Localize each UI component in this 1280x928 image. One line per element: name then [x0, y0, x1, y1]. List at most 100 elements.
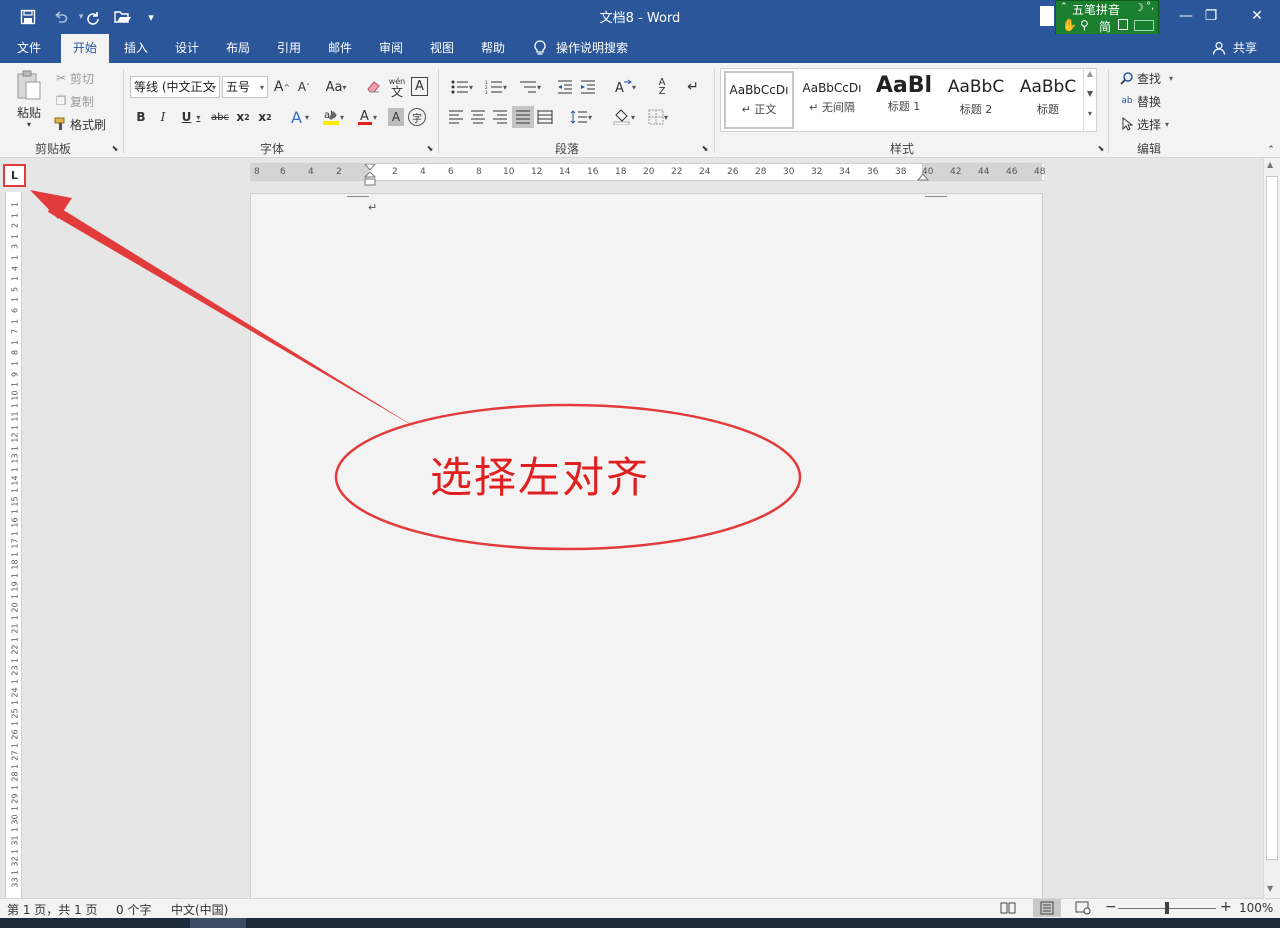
more-styles-icon[interactable]: ▾: [1084, 109, 1096, 129]
align-center-icon[interactable]: [468, 106, 488, 128]
right-indent-marker[interactable]: [916, 172, 930, 182]
language-status[interactable]: 中文(中国): [171, 901, 228, 918]
style-heading-2[interactable]: AaBbC 标题 2: [941, 71, 1011, 129]
shrink-font-icon[interactable]: Aˇ: [294, 76, 314, 98]
scroll-thumb[interactable]: [1266, 176, 1278, 860]
superscript-icon[interactable]: x2: [256, 106, 274, 128]
select-button[interactable]: 选择 ▾: [1137, 115, 1179, 133]
chevron-down-icon[interactable]: ▼: [1084, 89, 1096, 109]
ribbon-display-icon[interactable]: [1040, 6, 1054, 26]
zoom-slider-thumb[interactable]: [1165, 902, 1169, 914]
paste-dropdown-icon[interactable]: ▾: [22, 119, 36, 129]
tab-home[interactable]: 开始: [61, 34, 109, 63]
grid-icon[interactable]: [1118, 19, 1128, 30]
show-marks-icon[interactable]: ↵: [683, 76, 703, 98]
vertical-scrollbar[interactable]: ▲ ▼: [1263, 158, 1280, 899]
ime-toolbar[interactable]: ⌃ 五笔拼音 ☽ °, ✋ ⚲ 简: [1055, 0, 1159, 36]
share-button[interactable]: 共享: [1230, 34, 1260, 63]
tell-me-search[interactable]: 操作说明搜索: [556, 34, 636, 63]
strikethrough-icon[interactable]: abc: [209, 106, 231, 128]
copy-button[interactable]: 复制: [70, 92, 100, 110]
scroll-down-icon[interactable]: ▼: [1267, 884, 1273, 893]
style-title[interactable]: AaBbC 标题: [1013, 71, 1083, 129]
paragraph-launcher-icon[interactable]: ⬊: [700, 143, 710, 153]
tab-insert[interactable]: 插入: [114, 34, 158, 63]
align-left-icon[interactable]: [446, 106, 466, 128]
subscript-icon[interactable]: x2: [234, 106, 252, 128]
increase-indent-icon[interactable]: [578, 76, 598, 98]
document-page[interactable]: ↵: [250, 193, 1043, 899]
first-line-indent-marker[interactable]: [363, 161, 377, 171]
hand-icon[interactable]: ✋: [1062, 18, 1077, 32]
user-icon[interactable]: [1210, 34, 1228, 63]
print-layout-icon[interactable]: [1033, 899, 1061, 917]
font-name-dropdown[interactable]: 等线 (中文正文: [130, 76, 220, 98]
vertical-ruler[interactable]: 1 1 2 1 3 1 4 1 5 1 6 1 7 1 8 1 9 1 10 1 11 1 12 1 13 1 14 1 15 1 16 1 1…: [5, 192, 22, 898]
italic-icon[interactable]: I: [155, 106, 171, 128]
underline-icon[interactable]: U ▾: [177, 106, 205, 128]
font-color-icon[interactable]: A ▾: [352, 106, 382, 128]
web-layout-icon[interactable]: [1075, 901, 1091, 915]
ime-punct-icon[interactable]: °,: [1146, 1, 1154, 12]
tab-review[interactable]: 审阅: [369, 34, 413, 63]
phonetic-guide-icon[interactable]: wén 文: [387, 75, 407, 99]
decrease-indent-icon[interactable]: [555, 76, 575, 98]
justify-icon[interactable]: [512, 106, 534, 128]
bullets-icon[interactable]: ▾: [446, 76, 478, 98]
zoom-out-button[interactable]: −: [1105, 899, 1117, 915]
left-indent-marker[interactable]: [363, 171, 377, 186]
tab-file[interactable]: 文件: [6, 34, 52, 63]
style-no-spacing[interactable]: AaBbCcDı ↵ 无间隔: [797, 71, 867, 129]
shading-icon[interactable]: ▾: [609, 106, 639, 128]
tab-stop-selector[interactable]: L: [3, 164, 26, 187]
taskbar-word-item[interactable]: [190, 918, 246, 928]
zoom-level[interactable]: 100%: [1239, 901, 1273, 915]
tab-references[interactable]: 引用: [267, 34, 311, 63]
tab-design[interactable]: 设计: [165, 34, 209, 63]
cut-button[interactable]: 剪切: [70, 69, 100, 87]
collapse-ribbon-icon[interactable]: ⌃: [1264, 145, 1278, 155]
ime-moon-icon[interactable]: ☽: [1134, 1, 1144, 14]
close-button[interactable]: ✕: [1234, 0, 1280, 32]
paste-icon[interactable]: [14, 69, 44, 103]
find-button[interactable]: 查找 ▾: [1137, 69, 1179, 87]
word-count-status[interactable]: 0 个字: [116, 901, 151, 918]
ime-mode[interactable]: 简: [1099, 18, 1111, 35]
horizontal-ruler[interactable]: 8 6 4 2 2 4 6 8 10 12 14 16 18 20 22 24 26 28 30 32 34 36 38 40…: [250, 161, 1045, 186]
format-painter-button[interactable]: 格式刷: [70, 115, 110, 133]
styles-scroll[interactable]: ▲ ▼ ▾: [1083, 69, 1096, 131]
redo-icon[interactable]: [82, 6, 104, 28]
sort-icon[interactable]: AZ: [652, 76, 672, 98]
ime-expand-icon[interactable]: ⌃: [1060, 2, 1068, 12]
restore-button[interactable]: ❐: [1188, 0, 1234, 32]
font-launcher-icon[interactable]: ⬊: [425, 143, 435, 153]
distributed-icon[interactable]: [535, 106, 555, 128]
font-name-chevron-icon[interactable]: ▾: [208, 76, 220, 98]
borders-icon[interactable]: ▾: [642, 106, 674, 128]
enclose-characters-icon[interactable]: 字: [408, 108, 426, 126]
highlight-icon[interactable]: ab ▾: [318, 106, 348, 128]
customize-qat-icon[interactable]: ▾: [140, 6, 162, 28]
undo-icon[interactable]: [49, 6, 71, 28]
tab-view[interactable]: 视图: [420, 34, 464, 63]
zoom-in-button[interactable]: +: [1220, 899, 1232, 915]
chevron-up-icon[interactable]: ▲: [1084, 69, 1096, 89]
open-icon[interactable]: [112, 6, 134, 28]
style-heading-1[interactable]: AaBl 标题 1: [869, 71, 939, 129]
character-shading-icon[interactable]: A: [388, 108, 404, 126]
font-size-chevron-icon[interactable]: ▾: [256, 76, 268, 98]
chinese-layout-icon[interactable]: A ▾: [610, 76, 640, 98]
tab-mailings[interactable]: 邮件: [318, 34, 362, 63]
align-right-icon[interactable]: [490, 106, 510, 128]
line-spacing-icon[interactable]: ▾: [565, 106, 597, 128]
multilevel-list-icon[interactable]: ▾: [514, 76, 546, 98]
page-count-status[interactable]: 第 1 页，共 1 页: [7, 901, 98, 918]
keyboard-icon[interactable]: [1134, 20, 1154, 31]
search-icon[interactable]: ⚲: [1080, 18, 1089, 32]
change-case-icon[interactable]: Aa ▾: [322, 76, 350, 98]
lightbulb-icon[interactable]: [530, 34, 550, 63]
replace-button[interactable]: 替换: [1137, 92, 1167, 110]
scroll-up-icon[interactable]: ▲: [1267, 160, 1273, 169]
save-icon[interactable]: [17, 6, 39, 28]
text-effects-icon[interactable]: A ▾: [286, 106, 314, 128]
